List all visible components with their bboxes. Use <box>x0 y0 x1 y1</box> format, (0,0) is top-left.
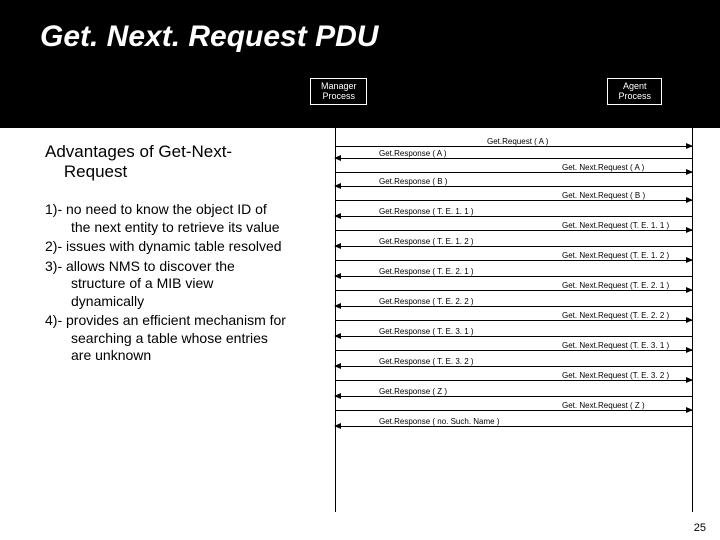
arrow-left-icon <box>334 303 341 309</box>
manager-process-box: Manager Process <box>310 78 368 105</box>
get-next-request-arrow: Get. Next.Request (T. E. 3. 2 ) <box>335 380 692 381</box>
message-label: Get.Response ( T. E. 3. 1 ) <box>377 327 476 336</box>
get-response-arrow: Get.Response ( T. E. 1. 2 ) <box>335 246 692 247</box>
get-response-arrow: Get.Response ( T. E. 1. 1 ) <box>335 216 692 217</box>
message-label: Get.Response ( B ) <box>377 177 449 186</box>
message-label: Get.Response ( T. E. 2. 2 ) <box>377 297 476 306</box>
arrow-left-icon <box>334 393 341 399</box>
page-number: 25 <box>694 522 706 534</box>
arrow-left-icon <box>334 155 341 161</box>
get-response-arrow: Get.Response ( T. E. 2. 2 ) <box>335 306 692 307</box>
title-band: Get. Next. Request PDU Manager Process A… <box>0 0 720 128</box>
arrow-left-icon <box>334 363 341 369</box>
slide: Get. Next. Request PDU Manager Process A… <box>0 0 720 540</box>
get-response-arrow: Get.Response ( A ) <box>335 158 692 159</box>
advantage-point: 4)- provides an efficient mechanism for … <box>45 312 290 365</box>
message-label: Get. Next.Request (T. E. 2. 1 ) <box>560 281 671 290</box>
message-label: Get.Response ( T. E. 1. 1 ) <box>377 207 476 216</box>
message-label: Get.Request ( A ) <box>485 137 550 146</box>
left-column: Advantages of Get-Next- Request 1)- no n… <box>0 128 300 528</box>
arrow-left-icon <box>334 243 341 249</box>
agent-process-box: Agent Process <box>607 78 662 105</box>
get-next-request-arrow: Get. Next.Request (T. E. 1. 1 ) <box>335 230 692 231</box>
arrow-right-icon <box>686 257 693 263</box>
get-request-arrow: Get.Request ( A ) <box>335 146 692 147</box>
arrow-right-icon <box>686 377 693 383</box>
arrow-left-icon <box>334 183 341 189</box>
message-label: Get. Next.Request (T. E. 1. 1 ) <box>560 221 671 230</box>
manager-line1: Manager <box>321 81 357 91</box>
message-label: Get. Next.Request (T. E. 2. 2 ) <box>560 311 671 320</box>
arrow-right-icon <box>686 143 693 149</box>
arrow-left-icon <box>334 213 341 219</box>
message-label: Get. Next.Request ( A ) <box>560 163 646 172</box>
slide-body: Advantages of Get-Next- Request 1)- no n… <box>0 128 720 528</box>
arrow-right-icon <box>686 407 693 413</box>
slide-title: Get. Next. Request PDU <box>40 20 680 54</box>
agent-line1: Agent <box>618 81 651 91</box>
message-label: Get.Response ( T. E. 1. 2 ) <box>377 237 476 246</box>
message-label: Get. Next.Request (T. E. 3. 1 ) <box>560 341 671 350</box>
get-next-request-arrow: Get. Next.Request (T. E. 2. 1 ) <box>335 290 692 291</box>
message-label: Get. Next.Request (T. E. 1. 2 ) <box>560 251 671 260</box>
arrow-right-icon <box>686 287 693 293</box>
process-labels-row: Manager Process Agent Process <box>40 78 680 105</box>
get-response-arrow: Get.Response ( no. Such. Name ) <box>335 426 692 427</box>
arrow-right-icon <box>686 347 693 353</box>
advantage-point: 1)- no need to know the object ID of the… <box>45 201 290 236</box>
arrow-right-icon <box>686 197 693 203</box>
message-label: Get.Response ( no. Such. Name ) <box>377 417 502 426</box>
get-response-arrow: Get.Response ( T. E. 3. 2 ) <box>335 366 692 367</box>
message-label: Get.Response ( T. E. 3. 2 ) <box>377 357 476 366</box>
message-area: Get.Request ( A ) Get.Response ( A ) Get. … <box>300 132 720 512</box>
get-response-arrow: Get.Response ( B ) <box>335 186 692 187</box>
message-label: Get. Next.Request ( Z ) <box>560 401 647 410</box>
arrow-right-icon <box>686 169 693 175</box>
message-label: Get.Response ( T. E. 2. 1 ) <box>377 267 476 276</box>
get-next-request-arrow: Get. Next.Request ( A ) <box>335 172 692 173</box>
get-next-request-arrow: Get. Next.Request (T. E. 1. 2 ) <box>335 260 692 261</box>
message-label: Get. Next.Request (T. E. 3. 2 ) <box>560 371 671 380</box>
get-response-arrow: Get.Response ( T. E. 3. 1 ) <box>335 336 692 337</box>
get-next-request-arrow: Get. Next.Request ( Z ) <box>335 410 692 411</box>
manager-line2: Process <box>321 91 357 101</box>
advantages-subhead: Advantages of Get-Next- Request <box>45 142 290 181</box>
agent-line2: Process <box>618 91 651 101</box>
message-label: Get. Next.Request ( B ) <box>560 191 647 200</box>
advantage-point: 2)- issues with dynamic table resolved <box>45 238 290 256</box>
arrow-left-icon <box>334 273 341 279</box>
get-response-arrow: Get.Response ( Z ) <box>335 396 692 397</box>
get-next-request-arrow: Get. Next.Request ( B ) <box>335 200 692 201</box>
advantages-list: 1)- no need to know the object ID of the… <box>45 201 290 365</box>
arrow-right-icon <box>686 227 693 233</box>
message-label: Get.Response ( Z ) <box>377 387 449 396</box>
sequence-diagram: Get.Request ( A ) Get.Response ( A ) Get. … <box>300 128 720 528</box>
arrow-left-icon <box>334 423 341 429</box>
advantage-point: 3)- allows NMS to discover the structure… <box>45 258 290 311</box>
get-next-request-arrow: Get. Next.Request (T. E. 2. 2 ) <box>335 320 692 321</box>
arrow-left-icon <box>334 333 341 339</box>
get-response-arrow: Get.Response ( T. E. 2. 1 ) <box>335 276 692 277</box>
message-label: Get.Response ( A ) <box>377 149 449 158</box>
get-next-request-arrow: Get. Next.Request (T. E. 3. 1 ) <box>335 350 692 351</box>
arrow-right-icon <box>686 317 693 323</box>
